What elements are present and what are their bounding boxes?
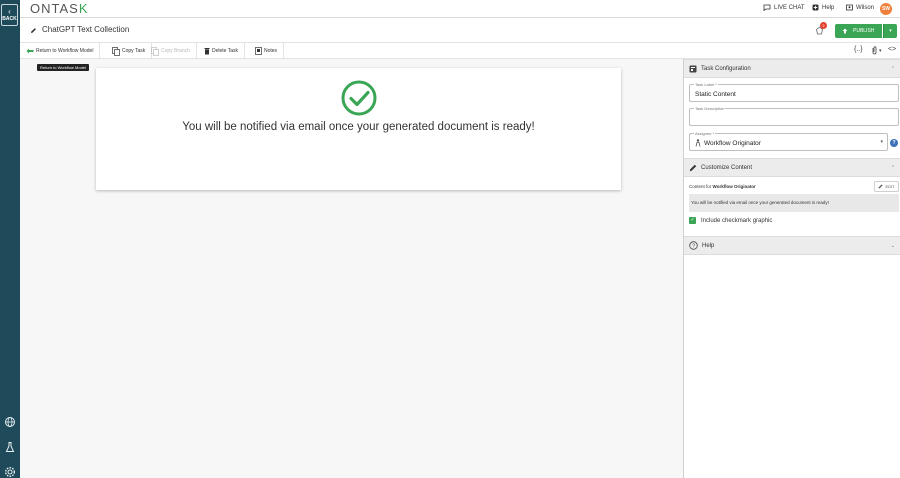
attachment-icon[interactable] [870,46,879,55]
attachment-dropdown-chevron-icon[interactable]: ▾ [879,48,882,54]
content-preview-card: You will be notified via email once your… [96,68,621,190]
return-to-workflow-button[interactable]: Return to Workflow Model [26,43,101,59]
flask-icon[interactable] [4,441,16,453]
logo-main-text: ONTAS [30,1,79,16]
include-checkmark-label: Include checkmark graphic [701,217,773,224]
app-root: ‹ BACK ONTASK LIVE CHAT Help Wilson SW C… [0,0,900,478]
help-plus-icon [812,4,819,11]
gear-icon[interactable] [4,466,16,478]
publish-label: PUBLISH [853,28,875,34]
help-section-header[interactable]: ? Help ⌄ [684,236,900,255]
user-menu[interactable]: Wilson [846,4,874,11]
live-chat-link[interactable]: LIVE CHAT [763,4,805,11]
expand-chevron-icon: ⌄ [890,243,895,249]
person-icon [695,139,701,147]
help-section-title: Help [702,242,715,249]
assignee-help-icon[interactable]: ? [890,139,898,147]
logo-accent-text: K [78,1,89,16]
delete-task-button[interactable]: Delete Task [204,43,246,59]
trash-icon [204,48,210,55]
chevron-left-icon: ‹ [8,7,11,16]
content-preview-text: You will be notified via email once your… [689,194,899,212]
task-label-value: Static Content [695,91,736,98]
task-description-field[interactable]: Task Description [689,106,899,126]
user-card-icon [846,4,853,11]
delete-task-label: Delete Task [212,48,239,54]
upload-icon [842,28,848,34]
return-tooltip: Return to Workflow Model [37,64,89,71]
page-title[interactable]: ChatGPT Text Collection [42,25,129,34]
content-for-prefix: Content for [689,184,712,189]
help-link[interactable]: Help [812,4,834,11]
copy-branch-icon [151,46,159,56]
back-label: BACK [2,16,17,22]
task-config-icon [689,65,697,72]
pencil-icon[interactable] [30,27,37,34]
content-for-target: Workflow Originator [712,184,756,189]
task-toolbar: Return to Workflow Model Copy Task Copy … [20,43,900,59]
title-bar: ChatGPT Text Collection 2 PUBLISH ▾ [20,18,900,43]
customize-content-header[interactable]: Customize Content ⌃ [684,158,900,177]
avatar[interactable]: SW [880,3,892,15]
task-configuration-title: Task Configuration [701,65,751,72]
notification-badge: 2 [820,22,827,29]
task-label-field[interactable]: Task Label * Static Content [689,82,899,102]
code-view-icon[interactable]: <> [888,46,896,53]
publish-button[interactable]: PUBLISH [835,24,882,38]
live-chat-label: LIVE CHAT [774,4,805,11]
left-rail: ‹ BACK [0,0,20,478]
include-checkmark-checkbox[interactable]: ✓ Include checkmark graphic [689,217,772,224]
help-label: Help [822,4,835,11]
edit-label: EDIT [885,184,895,189]
question-circle-icon: ? [689,241,698,250]
edit-content-button[interactable]: EDIT [874,181,899,192]
globe-icon[interactable] [4,416,16,428]
checkbox-checked-icon[interactable]: ✓ [689,217,696,224]
collapse-chevron-icon: ⌃ [890,66,895,72]
customize-content-title: Customize Content [701,164,753,171]
arrow-left-icon [26,48,34,54]
content-for-text: Content for Workflow Originator [689,184,756,189]
copy-icon [112,46,120,56]
variables-braces-icon[interactable]: {..} [854,46,863,53]
return-label: Return to Workflow Model [36,48,94,54]
assignee-value: Workflow Originator [704,140,761,147]
task-label-label: Task Label * [694,82,718,87]
user-name: Wilson [856,4,875,11]
notes-label: Notes [264,48,278,54]
notes-icon [255,47,262,55]
checkmark-circle-icon [341,80,377,116]
copy-branch-label: Copy Branch [161,48,190,54]
assignee-label: Assignee * [694,131,716,136]
top-bar: ONTASK LIVE CHAT Help Wilson SW [20,0,900,18]
assignee-dropdown-chevron-icon: ▾ [880,139,883,145]
task-settings-panel: Task Configuration ⌃ Task Label * Static… [683,59,900,478]
task-description-label: Task Description [694,106,726,111]
confirmation-message: You will be notified via email once your… [182,121,535,133]
copy-branch-button[interactable]: Copy Branch [151,43,196,59]
toolbar-divider [196,43,197,59]
copy-task-label: Copy Task [122,48,146,54]
pencil-icon [878,184,883,189]
task-configuration-header[interactable]: Task Configuration ⌃ [684,59,900,78]
pencil-icon [689,164,697,171]
collapse-chevron-icon: ⌃ [890,165,895,171]
copy-task-button[interactable]: Copy Task [112,43,153,59]
svg-text:?: ? [692,243,695,249]
back-button[interactable]: ‹ BACK [1,4,18,26]
assignee-select[interactable]: Assignee * Workflow Originator ▾ [689,131,888,151]
ontask-logo[interactable]: ONTASK [30,1,89,16]
publish-dropdown-chevron-icon[interactable]: ▾ [883,24,897,38]
notes-button[interactable]: Notes [255,43,285,59]
chat-bubble-icon [763,4,771,11]
